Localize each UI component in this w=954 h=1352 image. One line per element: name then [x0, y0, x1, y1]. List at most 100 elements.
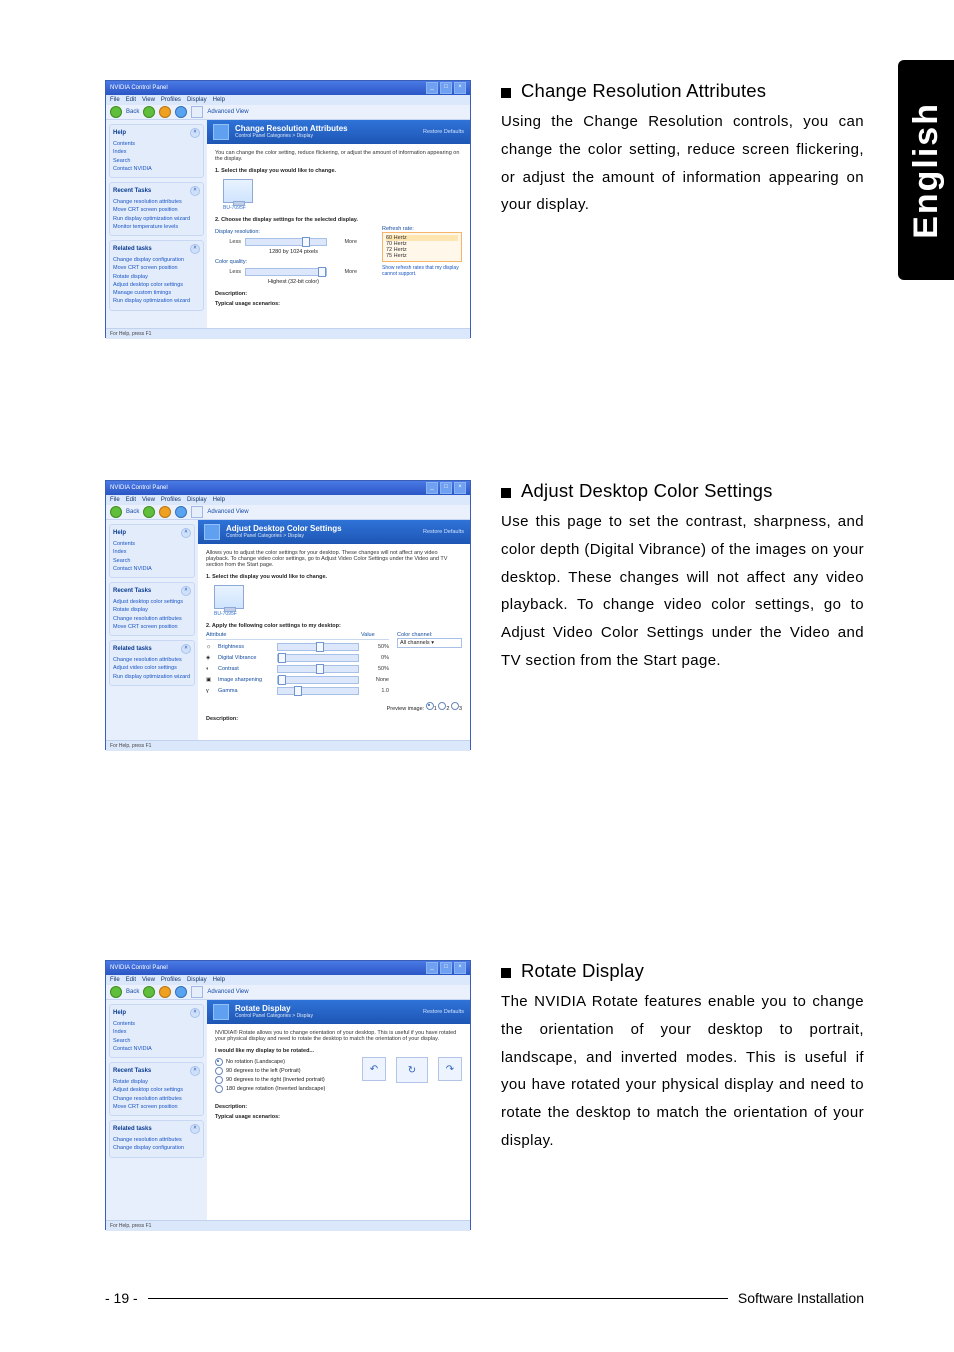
- forward-icon[interactable]: [143, 106, 155, 118]
- chevron-up-icon[interactable]: ˄: [190, 1066, 200, 1076]
- forward-icon[interactable]: [143, 506, 155, 518]
- related-link[interactable]: Rotate display: [113, 273, 200, 281]
- maximize-icon[interactable]: □: [440, 962, 452, 974]
- rotate-ccw-icon[interactable]: ↶: [362, 1057, 386, 1081]
- view-mode[interactable]: Advanced View: [207, 989, 248, 995]
- back-label[interactable]: Back: [126, 509, 139, 515]
- minimize-icon[interactable]: _: [426, 482, 438, 494]
- help-contact[interactable]: Contact NVIDIA: [113, 165, 200, 173]
- help-index[interactable]: Index: [113, 1028, 200, 1036]
- gamma-slider[interactable]: [277, 687, 359, 695]
- forward-icon[interactable]: [143, 986, 155, 998]
- menu-help[interactable]: Help: [213, 97, 225, 103]
- recent-link[interactable]: Rotate display: [113, 606, 191, 614]
- related-link[interactable]: Move CRT screen position: [113, 264, 200, 272]
- chevron-up-icon[interactable]: ˄: [181, 528, 191, 538]
- chevron-up-icon[interactable]: ˄: [190, 128, 200, 138]
- resolution-slider[interactable]: [245, 238, 327, 246]
- rot-opt-90l[interactable]: [215, 1067, 223, 1075]
- menubar[interactable]: File Edit View Profiles Display Help: [106, 495, 470, 505]
- chevron-up-icon[interactable]: ˄: [190, 244, 200, 254]
- chevron-up-icon[interactable]: ˄: [190, 186, 200, 196]
- menu-edit[interactable]: Edit: [126, 97, 136, 103]
- monitor-icon[interactable]: [214, 585, 244, 609]
- home-icon[interactable]: [175, 106, 187, 118]
- menu-help[interactable]: Help: [213, 497, 225, 503]
- menu-edit[interactable]: Edit: [126, 497, 136, 503]
- help-contact[interactable]: Contact NVIDIA: [113, 565, 191, 573]
- recent-link[interactable]: Monitor temperature levels: [113, 223, 200, 231]
- recent-link[interactable]: Move CRT screen position: [113, 623, 191, 631]
- back-label[interactable]: Back: [126, 989, 139, 995]
- recent-link[interactable]: Move CRT screen position: [113, 1103, 200, 1111]
- preview-2[interactable]: [438, 702, 446, 710]
- category-icon[interactable]: [191, 106, 203, 118]
- chevron-up-icon[interactable]: ˄: [190, 1124, 200, 1134]
- close-icon[interactable]: ×: [454, 962, 466, 974]
- recent-link[interactable]: Move CRT screen position: [113, 206, 200, 214]
- related-link[interactable]: Change display configuration: [113, 1144, 200, 1152]
- maximize-icon[interactable]: □: [440, 482, 452, 494]
- category-icon[interactable]: [191, 506, 203, 518]
- view-mode[interactable]: Advanced View: [207, 109, 248, 115]
- minimize-icon[interactable]: _: [426, 82, 438, 94]
- rot-opt-90r[interactable]: [215, 1076, 223, 1084]
- quality-slider[interactable]: [245, 268, 327, 276]
- restore-defaults[interactable]: Restore Defaults: [423, 1009, 464, 1015]
- home-icon[interactable]: [175, 986, 187, 998]
- back-icon[interactable]: [110, 106, 122, 118]
- help-search[interactable]: Search: [113, 557, 191, 565]
- help-index[interactable]: Index: [113, 148, 200, 156]
- recent-link[interactable]: Adjust desktop color settings: [113, 1086, 200, 1094]
- digvib-slider[interactable]: [277, 654, 359, 662]
- preview-3[interactable]: [451, 702, 459, 710]
- monitor-icon[interactable]: [223, 179, 253, 203]
- related-link[interactable]: Run display optimization wizard: [113, 673, 191, 681]
- chevron-up-icon[interactable]: ˄: [190, 1008, 200, 1018]
- menu-file[interactable]: File: [110, 497, 120, 503]
- back-icon[interactable]: [110, 986, 122, 998]
- close-icon[interactable]: ×: [454, 482, 466, 494]
- minimize-icon[interactable]: _: [426, 962, 438, 974]
- close-icon[interactable]: ×: [454, 82, 466, 94]
- back-icon[interactable]: [110, 506, 122, 518]
- stop-icon[interactable]: [159, 986, 171, 998]
- sharp-slider[interactable]: [277, 676, 359, 684]
- related-link[interactable]: Adjust desktop color settings: [113, 281, 200, 289]
- maximize-icon[interactable]: □: [440, 82, 452, 94]
- colorchannel-select[interactable]: All channels ▾: [397, 638, 462, 648]
- related-link[interactable]: Change resolution attributes: [113, 1136, 200, 1144]
- menu-profiles[interactable]: Profiles: [161, 977, 181, 983]
- preview-1[interactable]: [426, 702, 434, 710]
- menu-file[interactable]: File: [110, 977, 120, 983]
- back-label[interactable]: Back: [126, 109, 139, 115]
- help-contents[interactable]: Contents: [113, 140, 200, 148]
- category-icon[interactable]: [191, 986, 203, 998]
- help-contents[interactable]: Contents: [113, 540, 191, 548]
- menu-display[interactable]: Display: [187, 977, 207, 983]
- view-mode[interactable]: Advanced View: [207, 509, 248, 515]
- menu-edit[interactable]: Edit: [126, 977, 136, 983]
- recent-link[interactable]: Change resolution attributes: [113, 198, 200, 206]
- help-search[interactable]: Search: [113, 1037, 200, 1045]
- rot-opt-none[interactable]: [215, 1058, 223, 1066]
- menu-view[interactable]: View: [142, 977, 155, 983]
- menu-view[interactable]: View: [142, 497, 155, 503]
- brightness-slider[interactable]: [277, 643, 359, 651]
- restore-defaults[interactable]: Restore Defaults: [423, 529, 464, 535]
- menu-profiles[interactable]: Profiles: [161, 97, 181, 103]
- recent-link[interactable]: Run display optimization wizard: [113, 215, 200, 223]
- related-link[interactable]: Manage custom timings: [113, 289, 200, 297]
- stop-icon[interactable]: [159, 506, 171, 518]
- restore-defaults[interactable]: Restore Defaults: [423, 129, 464, 135]
- home-icon[interactable]: [175, 506, 187, 518]
- recent-link[interactable]: Adjust desktop color settings: [113, 598, 191, 606]
- contrast-slider[interactable]: [277, 665, 359, 673]
- help-contents[interactable]: Contents: [113, 1020, 200, 1028]
- rot-opt-180[interactable]: [215, 1085, 223, 1093]
- related-link[interactable]: Run display optimization wizard: [113, 297, 200, 305]
- chevron-up-icon[interactable]: ˄: [181, 644, 191, 654]
- menubar[interactable]: File Edit View Profiles Display Help: [106, 95, 470, 105]
- help-contact[interactable]: Contact NVIDIA: [113, 1045, 200, 1053]
- recent-link[interactable]: Rotate display: [113, 1078, 200, 1086]
